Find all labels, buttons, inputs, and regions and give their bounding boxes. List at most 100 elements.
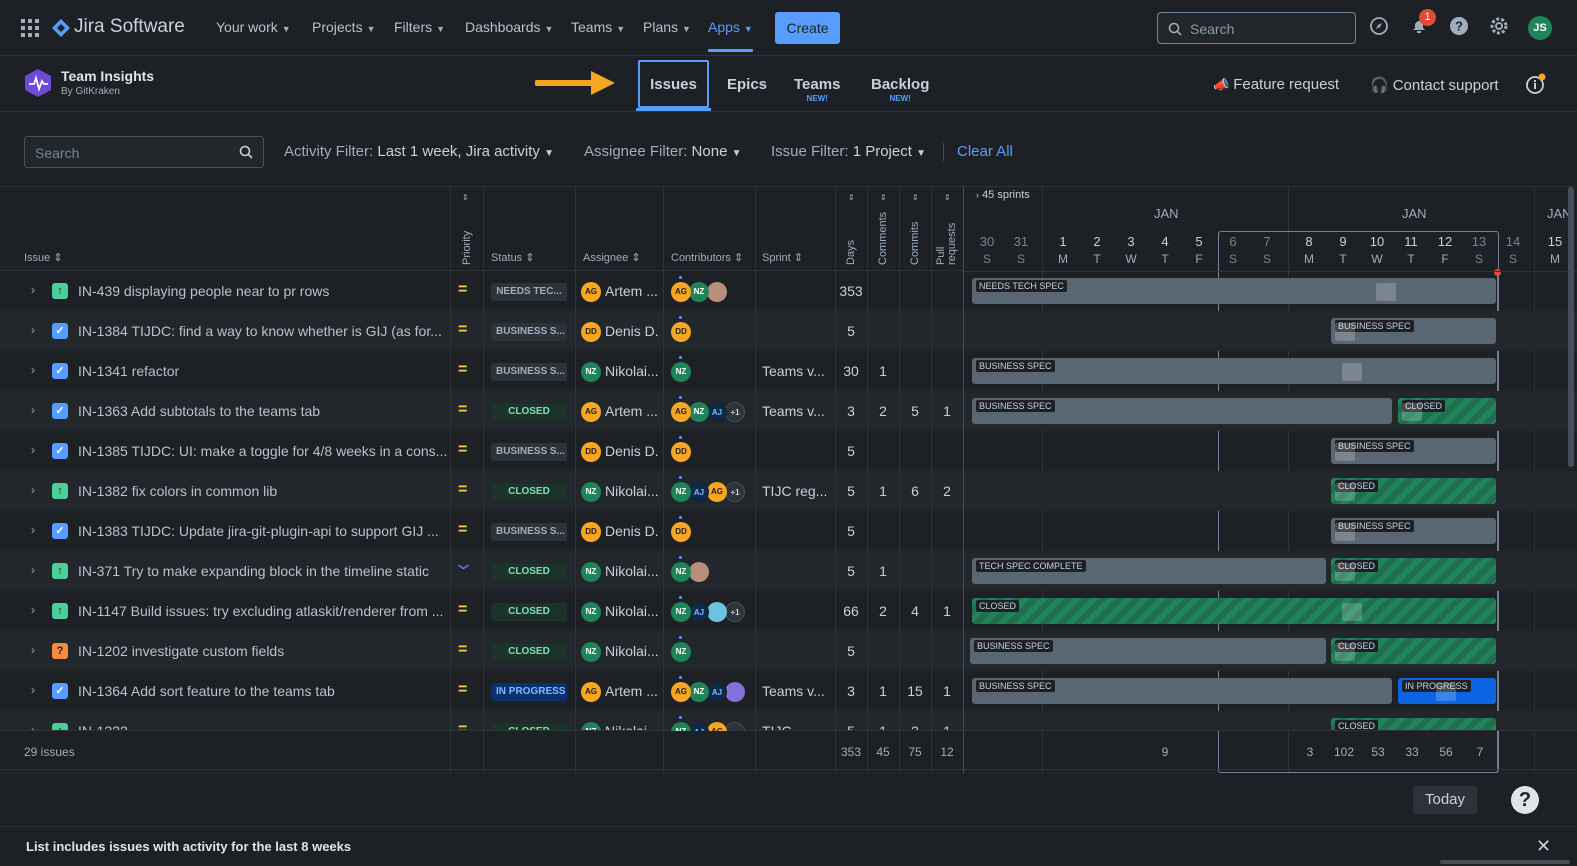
expand-chevron-icon[interactable]: › — [31, 403, 35, 417]
nav-filters[interactable]: Filters ▼ — [394, 19, 445, 35]
table-row[interactable]: › ↑ IN-439 displaying people near to pr ro… — [0, 271, 964, 311]
timeline-status-bar[interactable]: BUSINESS SPEC — [972, 398, 1392, 424]
nav-your-work[interactable]: Your work ▼ — [216, 19, 291, 35]
sprints-toggle[interactable]: › 45 sprints — [976, 189, 1030, 201]
timeline-status-bar[interactable]: BUSINESS SPEC — [1331, 438, 1496, 464]
assignee-filter-dropdown[interactable]: Assignee Filter: None ▼ — [584, 143, 741, 160]
col-contributors-header[interactable]: Contributors ⇕ — [671, 251, 743, 264]
issue-summary-link[interactable]: IN-1363 Add subtotals to the teams tab — [78, 403, 448, 419]
contact-support-button[interactable]: 🎧 Contact support — [1370, 76, 1499, 94]
expand-chevron-icon[interactable]: › — [31, 443, 35, 457]
activity-filter-dropdown[interactable]: Activity Filter: Last 1 week, Jira activ… — [284, 143, 554, 160]
expand-chevron-icon[interactable]: › — [31, 523, 35, 537]
vertical-scrollbar[interactable] — [1568, 187, 1574, 467]
issue-summary-link[interactable]: IN-1341 refactor — [78, 363, 448, 379]
user-avatar[interactable]: JS — [1528, 16, 1552, 40]
expand-chevron-icon[interactable]: › — [31, 283, 35, 297]
priority-sort-icon[interactable]: ⇕ — [462, 193, 469, 202]
compass-icon[interactable] — [1368, 16, 1390, 38]
app-switcher-icon[interactable] — [21, 19, 39, 37]
clear-all-button[interactable]: Clear All — [957, 143, 1013, 160]
col-priority-header[interactable]: Priority — [461, 231, 473, 265]
col-days-header[interactable]: Days — [845, 240, 857, 265]
tab-backlog[interactable]: Backlog NEW! — [871, 76, 929, 103]
table-row[interactable]: › ✓ IN-1385 TIJDC: UI: make a toggle for 4… — [0, 431, 964, 471]
issue-summary-link[interactable]: IN-1202 investigate custom fields — [78, 643, 448, 659]
tab-teams[interactable]: Teams NEW! — [794, 76, 840, 103]
expand-chevron-icon[interactable]: › — [31, 363, 35, 377]
days-sort-icon[interactable]: ⇕ — [848, 193, 855, 202]
timeline-status-bar[interactable]: BUSINESS SPEC — [972, 358, 1496, 384]
issue-summary-link[interactable]: IN-439 displaying people near to pr rows — [78, 283, 448, 299]
expand-chevron-icon[interactable]: › — [31, 643, 35, 657]
issue-summary-link[interactable]: IN-1147 Build issues: try excluding atla… — [78, 603, 448, 619]
timeline-status-bar[interactable]: IN PROGRESS — [1398, 678, 1496, 704]
table-row[interactable]: › ↑ IN-371 Try to make expanding block in … — [0, 551, 964, 591]
col-comments-header[interactable]: Comments — [877, 212, 889, 265]
table-row[interactable]: › ✓ IN-1384 TIJDC: find a way to know whet… — [0, 311, 964, 351]
timeline-status-bar[interactable]: CLOSED — [1398, 398, 1496, 424]
col-commits-header[interactable]: Commits — [909, 222, 921, 265]
expand-chevron-icon[interactable]: › — [31, 603, 35, 617]
col-status-header[interactable]: Status ⇕ — [491, 251, 534, 264]
timeline-status-bar[interactable]: CLOSED — [1331, 478, 1496, 504]
create-button[interactable]: Create — [775, 12, 840, 44]
table-row[interactable]: ›↑IN-1322 ...=CLOSEDNZNikolai...NZAJAGTI… — [0, 711, 964, 731]
tab-epics[interactable]: Epics — [727, 76, 767, 93]
expand-chevron-icon[interactable]: › — [31, 683, 35, 697]
table-row[interactable]: › ✓ IN-1364 Add sort feature to the teams … — [0, 671, 964, 711]
expand-chevron-icon[interactable]: › — [31, 563, 35, 577]
timeline-status-bar[interactable]: BUSINESS SPEC — [972, 678, 1392, 704]
tab-issues[interactable]: Issues — [638, 60, 709, 108]
nav-apps[interactable]: Apps ▼ — [708, 19, 753, 52]
help-button-icon[interactable]: ? — [1511, 786, 1539, 814]
nav-dashboards[interactable]: Dashboards ▼ — [465, 19, 553, 35]
info-icon[interactable] — [1525, 73, 1546, 94]
table-row[interactable]: › ↑ IN-1147 Build issues: try excluding at… — [0, 591, 964, 631]
more-contributors-badge[interactable]: +1 — [725, 482, 745, 502]
commits-sort-icon[interactable]: ⇕ — [912, 193, 919, 202]
expand-chevron-icon[interactable]: › — [31, 323, 35, 337]
issue-summary-link[interactable]: IN-1384 TIJDC: find a way to know whethe… — [78, 323, 448, 339]
timeline-status-bar[interactable]: CLOSED — [972, 598, 1496, 624]
timeline-status-bar[interactable]: BUSINESS SPEC — [970, 638, 1326, 664]
comments-sort-icon[interactable]: ⇕ — [880, 193, 887, 202]
issue-filter-dropdown[interactable]: Issue Filter: 1 Project ▼ — [771, 143, 926, 160]
more-contributors-badge[interactable]: +1 — [725, 402, 745, 422]
close-icon[interactable]: ✕ — [1536, 836, 1551, 857]
col-pull-requests-header[interactable]: Pull requests — [935, 223, 958, 265]
help-icon[interactable]: ? — [1448, 16, 1470, 38]
table-row[interactable]: › ✓ IN-1341 refactor = BUSINESS S... NZ Nikola… — [0, 351, 964, 391]
nav-projects[interactable]: Projects ▼ — [312, 19, 376, 35]
issue-search-input[interactable]: Search — [24, 136, 264, 168]
global-search-input[interactable]: Search — [1157, 12, 1356, 44]
issue-summary-link[interactable]: IN-371 Try to make expanding block in th… — [78, 563, 448, 579]
table-row[interactable]: › ✓ IN-1383 TIJDC: Update jira-git-plugin-… — [0, 511, 964, 551]
col-sprint-header[interactable]: Sprint ⇕ — [762, 251, 803, 264]
feature-request-button[interactable]: 📣 Feature request — [1213, 76, 1339, 93]
issue-summary-link[interactable]: IN-1383 TIJDC: Update jira-git-plugin-ap… — [78, 523, 448, 539]
timeline-status-bar[interactable]: CLOSED — [1331, 558, 1496, 584]
notifications-bell-icon[interactable]: 1 — [1408, 9, 1436, 38]
nav-teams[interactable]: Teams ▼ — [571, 19, 625, 35]
prs-sort-icon[interactable]: ⇕ — [944, 193, 951, 202]
col-issue-header[interactable]: Issue ⇕ — [24, 251, 63, 264]
more-contributors-badge[interactable] — [725, 722, 745, 731]
settings-gear-icon[interactable] — [1488, 16, 1510, 38]
horizontal-scrollbar[interactable] — [1440, 860, 1570, 864]
timeline-status-bar[interactable]: NEEDS TECH SPEC — [972, 278, 1496, 304]
timeline-status-bar[interactable]: CLOSED — [1331, 638, 1496, 664]
timeline-status-bar[interactable]: TECH SPEC COMPLETE — [972, 558, 1326, 584]
table-row[interactable]: › ↑ IN-1382 fix colors in common lib = CLOSE… — [0, 471, 964, 511]
issue-summary-link[interactable]: IN-1382 fix colors in common lib — [78, 483, 448, 499]
issue-summary-link[interactable]: IN-1385 TIJDC: UI: make a toggle for 4/8… — [78, 443, 448, 459]
nav-plans[interactable]: Plans ▼ — [643, 19, 691, 35]
table-row[interactable]: ›? IN-1202 investigate custom fields = CLOS… — [0, 631, 964, 671]
more-contributors-badge[interactable]: +1 — [725, 602, 745, 622]
today-button[interactable]: Today — [1413, 786, 1477, 814]
col-assignee-header[interactable]: Assignee ⇕ — [583, 251, 641, 264]
table-row[interactable]: › ✓ IN-1363 Add subtotals to the teams tab… — [0, 391, 964, 431]
timeline-status-bar[interactable]: BUSINESS SPEC — [1331, 518, 1496, 544]
issue-summary-link[interactable]: IN-1364 Add sort feature to the teams ta… — [78, 683, 448, 699]
timeline-status-bar[interactable]: BUSINESS SPEC — [1331, 318, 1496, 344]
